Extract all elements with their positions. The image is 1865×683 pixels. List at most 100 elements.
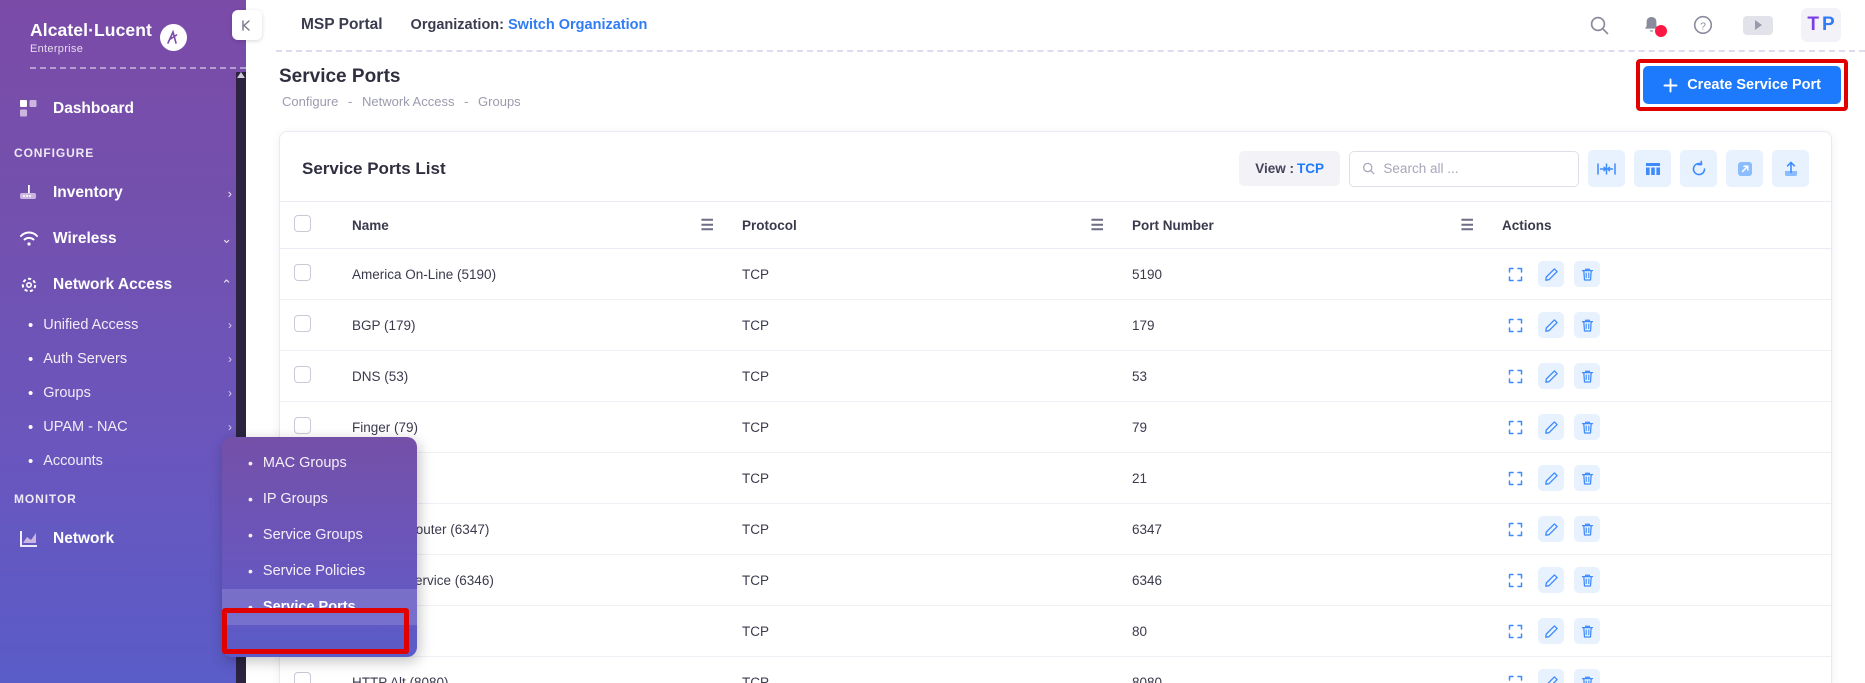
expand-icon[interactable] [1726, 150, 1763, 187]
table-row[interactable]: Finger (79) TCP 79 [280, 401, 1831, 453]
row-checkbox[interactable] [294, 366, 311, 383]
table-row[interactable]: HTTP Alt (8080) TCP 8080 [280, 656, 1831, 683]
table-row[interactable]: Gnutella Service (6346) TCP 6346 [280, 554, 1831, 606]
search-icon[interactable] [1587, 13, 1611, 37]
expand-icon[interactable] [1502, 363, 1528, 389]
row-checkbox[interactable] [294, 264, 311, 281]
table-row[interactable]: DNS (53) TCP 53 [280, 350, 1831, 402]
search-input[interactable] [1383, 161, 1566, 176]
sidebar-item-groups[interactable]: • Groups › [0, 376, 246, 410]
scroll-up-arrow-icon[interactable] [237, 72, 245, 78]
sidebar-item-auth-servers[interactable]: • Auth Servers › [0, 342, 246, 376]
sidebar-item-label: Wireless [53, 230, 117, 247]
row-checkbox[interactable] [294, 672, 311, 683]
column-header-port-number[interactable]: Port Number ☰ [1118, 201, 1488, 249]
edit-icon[interactable] [1538, 414, 1564, 440]
chevron-right-icon[interactable]: › [228, 420, 232, 434]
switch-organization-link[interactable]: Switch Organization [508, 17, 647, 33]
view-selector[interactable]: View : TCP [1239, 151, 1340, 186]
sidebar-item-accounts[interactable]: • Accounts › [0, 444, 246, 478]
delete-icon[interactable] [1574, 618, 1600, 644]
sidebar-item-network-access[interactable]: Network Access ⌃ [0, 262, 246, 308]
expand-icon[interactable] [1502, 465, 1528, 491]
columns-icon[interactable] [1634, 150, 1671, 187]
table-header-row: Name ☰ Protocol ☰ Port Number ☰ Actions [280, 201, 1831, 249]
edit-icon[interactable] [1538, 363, 1564, 389]
service-ports-table: Name ☰ Protocol ☰ Port Number ☰ Actions … [280, 201, 1831, 683]
delete-icon[interactable] [1574, 312, 1600, 338]
delete-icon[interactable] [1574, 669, 1600, 683]
cell-protocol: TCP [728, 248, 1118, 300]
flyout-item-service-groups[interactable]: • Service Groups [222, 517, 417, 553]
breadcrumb-item-configure[interactable]: Configure [282, 94, 338, 109]
table-row[interactable]: Gnutella Router (6347) TCP 6347 [280, 503, 1831, 555]
delete-icon[interactable] [1574, 363, 1600, 389]
row-checkbox[interactable] [294, 315, 311, 332]
edit-icon[interactable] [1538, 261, 1564, 287]
upload-icon[interactable] [1772, 150, 1809, 187]
expand-icon[interactable] [1502, 261, 1528, 287]
chevron-right-icon[interactable]: › [228, 318, 232, 332]
help-icon[interactable]: ? [1691, 13, 1715, 37]
edit-icon[interactable] [1538, 312, 1564, 338]
edit-icon[interactable] [1538, 465, 1564, 491]
column-label: Actions [1502, 217, 1552, 233]
edit-icon[interactable] [1538, 618, 1564, 644]
flyout-item-service-policies[interactable]: • Service Policies [222, 553, 417, 589]
sidebar-item-unified-access[interactable]: • Unified Access › [0, 308, 246, 342]
expand-icon[interactable] [1502, 312, 1528, 338]
bell-icon[interactable] [1639, 13, 1667, 37]
expand-icon[interactable] [1502, 516, 1528, 542]
expand-icon[interactable] [1502, 669, 1528, 683]
chevron-right-icon[interactable]: › [228, 386, 232, 400]
flyout-item-service-ports[interactable]: • Service Ports [222, 589, 417, 625]
delete-icon[interactable] [1574, 261, 1600, 287]
chevron-down-icon[interactable]: ⌄ [221, 231, 232, 247]
select-all-checkbox[interactable] [294, 215, 311, 232]
expand-icon[interactable] [1502, 618, 1528, 644]
search-box[interactable] [1349, 150, 1579, 187]
sidebar-item-upam-nac[interactable]: • UPAM - NAC › [0, 410, 246, 444]
delete-icon[interactable] [1574, 414, 1600, 440]
table-row[interactable]: America On-Line (5190) TCP 5190 [280, 248, 1831, 300]
breadcrumb-item-groups[interactable]: Groups [478, 94, 521, 109]
row-checkbox[interactable] [294, 417, 311, 434]
svg-text:?: ? [1700, 20, 1706, 32]
hamburger-menu-icon[interactable]: ☰ [701, 216, 714, 234]
flyout-item-ip-groups[interactable]: • IP Groups [222, 481, 417, 517]
breadcrumb-item-network-access[interactable]: Network Access [362, 94, 454, 109]
table-row[interactable]: BGP (179) TCP 179 [280, 299, 1831, 351]
hamburger-menu-icon[interactable]: ☰ [1461, 216, 1474, 234]
table-row[interactable]: FTP (21)TCP21 [280, 452, 1831, 504]
sidebar-item-wireless[interactable]: Wireless ⌄ [0, 216, 246, 262]
column-header-protocol[interactable]: Protocol ☰ [728, 201, 1118, 249]
hamburger-menu-icon[interactable]: ☰ [1091, 216, 1104, 234]
chevron-up-icon[interactable]: ⌃ [221, 277, 232, 293]
refresh-icon[interactable] [1680, 150, 1717, 187]
expand-icon[interactable] [1502, 414, 1528, 440]
edit-icon[interactable] [1538, 516, 1564, 542]
chevron-right-icon[interactable]: › [228, 186, 232, 201]
create-service-port-button[interactable]: Create Service Port [1643, 66, 1841, 104]
sidebar: Alcatel·Lucent Enterprise Dashboard CONF… [0, 0, 246, 683]
edit-icon[interactable] [1538, 669, 1564, 683]
fit-columns-icon[interactable] [1588, 150, 1625, 187]
chevron-right-icon[interactable]: › [228, 352, 232, 366]
cell-protocol: TCP [728, 350, 1118, 402]
flyout-item-mac-groups[interactable]: • MAC Groups [222, 445, 417, 481]
table-row[interactable]: HTTP (80)TCP80 [280, 605, 1831, 657]
sidebar-item-inventory[interactable]: Inventory › [0, 170, 246, 216]
column-header-name[interactable]: Name ☰ [338, 201, 728, 249]
delete-icon[interactable] [1574, 567, 1600, 593]
expand-icon[interactable] [1502, 567, 1528, 593]
avatar[interactable]: TP [1801, 8, 1841, 42]
sidebar-item-dashboard[interactable]: Dashboard [0, 86, 246, 132]
scrollbar-thumb[interactable] [236, 84, 246, 384]
sidebar-item-network[interactable]: Network ⌄ [0, 516, 246, 562]
delete-icon[interactable] [1574, 465, 1600, 491]
delete-icon[interactable] [1574, 516, 1600, 542]
video-icon[interactable] [1743, 15, 1773, 35]
breadcrumb-separator: - [464, 94, 469, 109]
collapse-sidebar-button[interactable] [232, 10, 262, 40]
edit-icon[interactable] [1538, 567, 1564, 593]
